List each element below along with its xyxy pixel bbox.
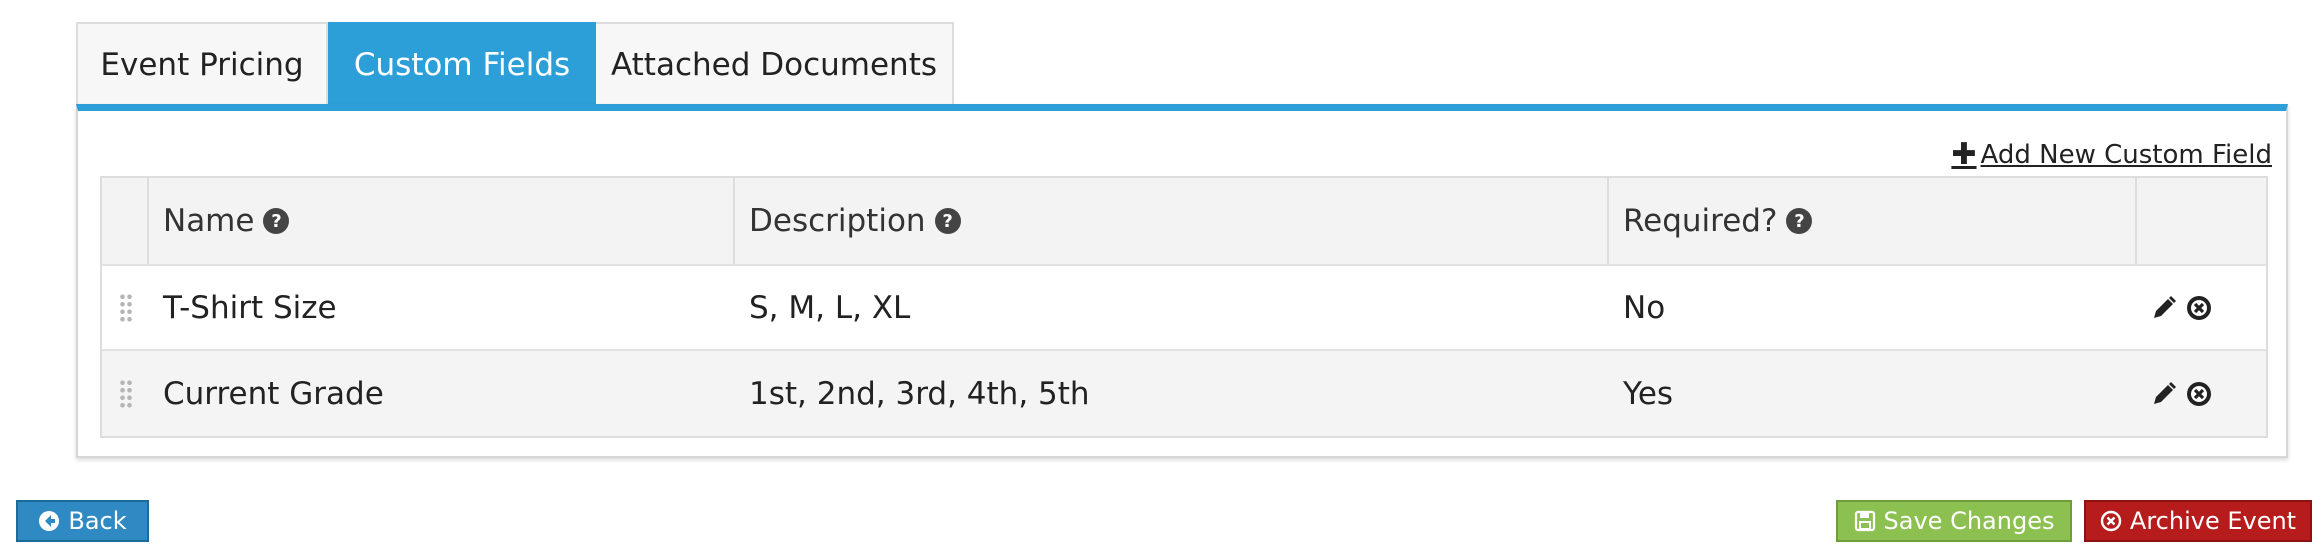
archive-event-button[interactable]: Archive Event xyxy=(2084,500,2312,542)
drag-handle-icon xyxy=(118,292,133,323)
question-circle-icon[interactable]: ? xyxy=(934,208,961,234)
header-required: Required? ? xyxy=(1609,178,2137,264)
field-required: No xyxy=(1623,289,1666,326)
row-actions xyxy=(2137,351,2266,436)
add-custom-field-link[interactable]: ✚ Add New Custom Field xyxy=(1951,137,2272,172)
archive-event-label: Archive Event xyxy=(2129,507,2297,535)
header-description-label: Description xyxy=(749,203,926,239)
times-circle-icon[interactable] xyxy=(2185,380,2213,408)
header-name: Name ? xyxy=(149,178,735,264)
arrow-circle-left-icon xyxy=(39,511,60,531)
tab-custom-fields[interactable]: Custom Fields xyxy=(328,22,596,106)
header-name-label: Name xyxy=(163,203,255,239)
times-circle-icon xyxy=(2100,510,2122,532)
save-changes-button[interactable]: Save Changes xyxy=(1836,500,2072,542)
save-changes-label: Save Changes xyxy=(1883,507,2055,535)
back-button[interactable]: Back xyxy=(16,500,149,542)
table-header-row: Name ? Description ? Required? ? xyxy=(102,178,2266,266)
row-actions xyxy=(2137,266,2266,349)
tab-event-pricing[interactable]: Event Pricing xyxy=(76,22,328,106)
pencil-icon[interactable] xyxy=(2151,295,2177,321)
drag-handle[interactable] xyxy=(102,266,149,349)
field-description: S, M, L, XL xyxy=(749,289,911,326)
add-custom-field-label: Add New Custom Field xyxy=(1980,139,2272,170)
custom-fields-panel: ✚ Add New Custom Field Name ? Descriptio… xyxy=(76,104,2288,458)
field-required: Yes xyxy=(1623,375,1674,412)
question-circle-icon[interactable]: ? xyxy=(1786,208,1813,234)
drag-handle-icon xyxy=(118,378,133,409)
table-row: Current Grade 1st, 2nd, 3rd, 4th, 5th Ye… xyxy=(102,351,2266,436)
header-actions-cell xyxy=(2137,178,2266,264)
field-name: T-Shirt Size xyxy=(163,289,337,326)
tab-bar: Event Pricing Custom Fields Attached Doc… xyxy=(76,22,954,106)
header-handle-cell xyxy=(102,178,149,264)
drag-handle[interactable] xyxy=(102,351,149,436)
header-description: Description ? xyxy=(735,178,1609,264)
plus-icon: ✚ xyxy=(1951,137,1977,172)
question-circle-icon[interactable]: ? xyxy=(263,208,290,234)
header-required-label: Required? xyxy=(1623,203,1778,239)
times-circle-icon[interactable] xyxy=(2185,294,2213,322)
field-description: 1st, 2nd, 3rd, 4th, 5th xyxy=(749,375,1090,412)
field-name: Current Grade xyxy=(163,375,384,412)
floppy-disk-icon xyxy=(1854,510,1875,532)
pencil-icon[interactable] xyxy=(2151,381,2177,407)
tab-attached-documents[interactable]: Attached Documents xyxy=(596,22,954,106)
custom-fields-table: Name ? Description ? Required? ? T-Shirt… xyxy=(100,176,2268,438)
back-button-label: Back xyxy=(68,507,127,535)
table-row: T-Shirt Size S, M, L, XL No xyxy=(102,266,2266,351)
